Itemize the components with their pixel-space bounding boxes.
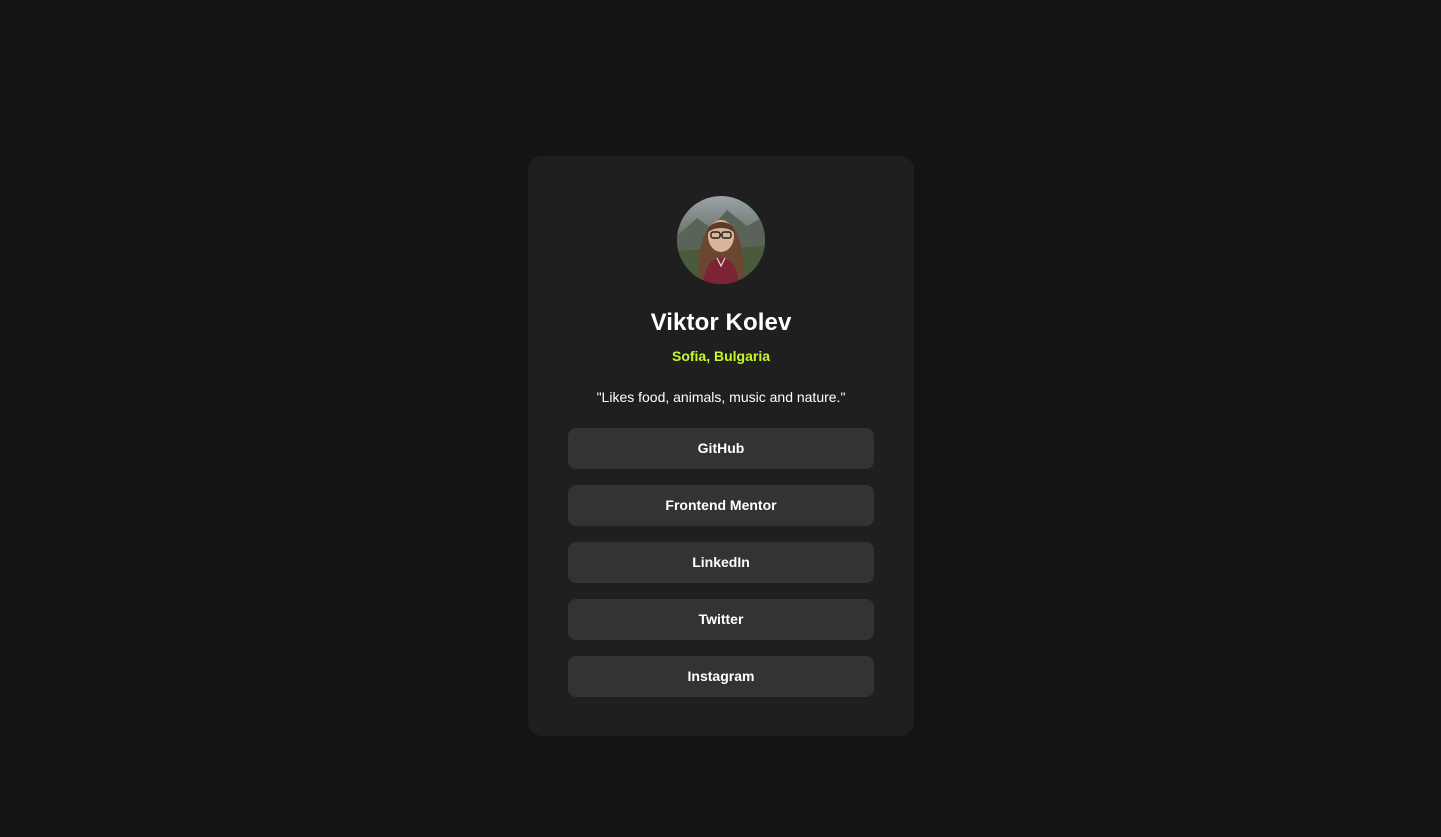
avatar bbox=[677, 196, 765, 284]
github-link-button[interactable]: GitHub bbox=[568, 428, 874, 469]
list-item: GitHub bbox=[568, 428, 874, 469]
profile-bio: "Likes food, animals, music and nature." bbox=[596, 389, 846, 405]
twitter-link-button[interactable]: Twitter bbox=[568, 599, 874, 640]
list-item: Instagram bbox=[568, 656, 874, 697]
profile-card: Viktor Kolev Sofia, Bulgaria "Likes food… bbox=[528, 156, 914, 736]
profile-name: Viktor Kolev bbox=[650, 309, 792, 336]
list-item: Twitter bbox=[568, 599, 874, 640]
page: Viktor Kolev Sofia, Bulgaria "Likes food… bbox=[0, 0, 1441, 837]
instagram-link-button[interactable]: Instagram bbox=[568, 656, 874, 697]
list-item: LinkedIn bbox=[568, 542, 874, 583]
profile-location: Sofia, Bulgaria bbox=[671, 348, 771, 364]
linkedin-link-button[interactable]: LinkedIn bbox=[568, 542, 874, 583]
avatar-image bbox=[677, 196, 765, 284]
frontend-mentor-link-button[interactable]: Frontend Mentor bbox=[568, 485, 874, 526]
social-links-list: GitHub Frontend Mentor LinkedIn Twitter … bbox=[528, 428, 914, 697]
list-item: Frontend Mentor bbox=[568, 485, 874, 526]
